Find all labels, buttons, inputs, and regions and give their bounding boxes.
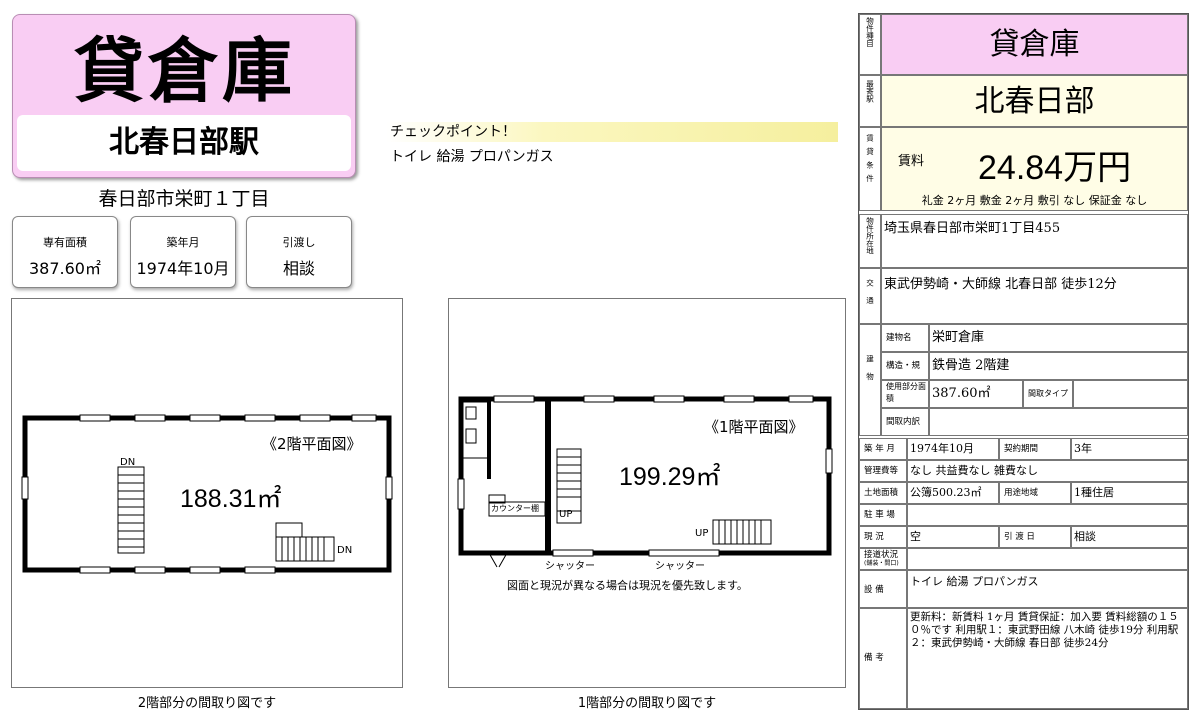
contract: 3年 xyxy=(1071,438,1188,460)
built-label: 築 年 月 xyxy=(859,438,907,460)
table-station: 北春日部 xyxy=(881,75,1188,127)
layout-type xyxy=(1073,380,1188,408)
up-label: UP xyxy=(695,528,709,539)
label-transport-text: 交通 xyxy=(865,279,875,314)
label-terms: 賃貸条件 xyxy=(859,127,881,211)
road-label-text: 接道状況 xyxy=(864,550,899,560)
label-location: 物件所在地 xyxy=(859,214,881,268)
plan-1f-area: 199.29㎡ xyxy=(619,463,721,491)
plan-2f-title: 《2階平面図》 xyxy=(262,435,362,453)
plan-1f-title: 《1階平面図》 xyxy=(704,418,804,436)
plan-1f-caption: 1階部分の間取り図です xyxy=(577,696,717,711)
parking-label: 駐 車 場 xyxy=(859,504,907,526)
label-transport: 交通 xyxy=(859,268,881,324)
dn-label: DN xyxy=(120,457,136,468)
plan-note: 図面と現況が異なる場合は現況を優先致します。 xyxy=(507,579,748,592)
facilities: トイレ 給湯 プロパンガス xyxy=(907,570,1188,608)
stat-label: 専有面積 xyxy=(43,236,87,249)
checkpoint-text: トイレ 給湯 プロパンガス xyxy=(390,149,554,165)
station-name: 北春日部駅 xyxy=(17,115,351,171)
facilities-label: 設 備 xyxy=(859,570,907,608)
road-label: 接道状況 (舗装・間口) xyxy=(859,548,907,570)
zoning-label: 用途地域 xyxy=(999,482,1071,504)
fee: なし 共益費なし 雑費なし xyxy=(907,460,1188,482)
checkpoint-panel: チェックポイント！ トイレ 給湯 プロパンガス xyxy=(386,122,838,166)
town-address: 春日部市栄町１丁目 xyxy=(98,188,270,210)
property-type-card: 貸倉庫 北春日部駅 xyxy=(12,14,356,178)
structure-label: 構造・規模 xyxy=(881,352,929,397)
label-building-text: 建物 xyxy=(865,355,875,390)
usage-area-label: 使用部分面積 xyxy=(881,380,929,408)
stat-value: 387.60㎡ xyxy=(29,259,101,278)
stat-label: 築年月 xyxy=(166,236,200,249)
road-sub-label: (舗装・間口) xyxy=(864,560,899,567)
up-label: UP xyxy=(559,509,573,520)
stat-value: 相談 xyxy=(282,259,315,278)
table-terms: 賃料 24.84万円 礼金 2ヶ月 敷金 2ヶ月 敷引 なし 保証金 なし xyxy=(881,127,1188,211)
remarks: 更新料：新賃料 1ヶ月 賃貸保証：加入要 賃料総額の１５０％です 利用駅１：東武… xyxy=(907,608,1188,709)
bname: 栄町倉庫 xyxy=(929,324,1188,352)
stat-area: 専有面積 387.60㎡ xyxy=(12,216,118,288)
status: 空 xyxy=(907,526,999,548)
stat-value: 1974年10月 xyxy=(136,259,230,278)
handover: 相談 xyxy=(1071,526,1188,548)
stairs-right xyxy=(275,522,335,562)
plan-2f-caption: 2階部分の間取り図です xyxy=(137,696,277,711)
status-label: 現 況 xyxy=(859,526,907,548)
label-building: 建物 xyxy=(859,324,881,436)
shutter-label: シャッター xyxy=(545,561,595,572)
stat-handover: 引渡し 相談 xyxy=(246,216,352,288)
table-transport: 東武伊勢崎・大師線 北春日部 徒歩12分 xyxy=(881,268,1188,324)
built: 1974年10月 xyxy=(907,438,999,460)
layout-detail-label: 間取内訳 xyxy=(881,408,929,436)
stat-built: 築年月 1974年10月 xyxy=(130,216,236,288)
handover-label: 引 渡 日 xyxy=(999,526,1071,548)
floor-plan-1f-drawing xyxy=(457,395,833,568)
property-table: 物件種目 貸倉庫 最寄駅 北春日部 賃貸条件 賃料 24.84万円 礼金 2ヶ月… xyxy=(858,13,1189,710)
zoning: 1種住居 xyxy=(1071,482,1188,504)
label-terms-text: 賃貸条件 xyxy=(865,134,875,188)
fee-label: 管理費等 xyxy=(859,460,907,482)
counter-label: カウンター棚 xyxy=(491,504,539,513)
shutter-label: シャッター xyxy=(655,561,705,572)
table-location: 埼玉県春日部市栄町1丁目455 xyxy=(881,214,1188,268)
table-type: 貸倉庫 xyxy=(881,14,1188,75)
contract-label: 契約期間 xyxy=(999,438,1071,460)
dn-label: DN xyxy=(337,545,353,556)
parking xyxy=(907,504,1188,526)
label-type: 物件種目 xyxy=(859,14,881,75)
terms-detail: 礼金 2ヶ月 敷金 2ヶ月 敷引 なし 保証金 なし xyxy=(921,194,1148,207)
label-type-text: 物件種目 xyxy=(865,17,875,47)
land-label: 土地面積 xyxy=(859,482,907,504)
rent-value: 24.84万円 xyxy=(978,149,1132,187)
label-station-text: 最寄駅 xyxy=(865,80,875,103)
usage-area: 387.60㎡ xyxy=(929,380,1023,408)
toilet-room xyxy=(460,401,490,459)
layout-detail xyxy=(929,408,1188,436)
remarks-label: 備 考 xyxy=(859,608,907,709)
plan-2f-area: 188.31㎡ xyxy=(180,485,282,513)
road xyxy=(907,548,1188,570)
land: 公簿500.23㎡ xyxy=(907,482,999,504)
stairs-1f-right xyxy=(712,519,772,545)
floor-plan-1f: 《1階平面図》 199.29㎡ カウンター棚 UP UP シャッター シャッター… xyxy=(448,298,846,688)
bname-label: 建物名 xyxy=(881,324,929,352)
layout-type-label: 間取タイプ xyxy=(1023,380,1073,408)
floor-plan-2f: 《2階平面図》 188.31㎡ DN DN xyxy=(11,298,403,688)
stat-label: 引渡し xyxy=(282,236,316,249)
label-station: 最寄駅 xyxy=(859,75,881,127)
stairs-left xyxy=(117,466,145,554)
rent-label: 賃料 xyxy=(898,154,925,169)
checkpoint-title: チェックポイント！ xyxy=(386,122,838,142)
property-type-title: 貸倉庫 xyxy=(74,30,296,112)
label-location-text: 物件所在地 xyxy=(865,217,875,255)
structure: 鉄骨造 2階建 xyxy=(929,352,1188,380)
